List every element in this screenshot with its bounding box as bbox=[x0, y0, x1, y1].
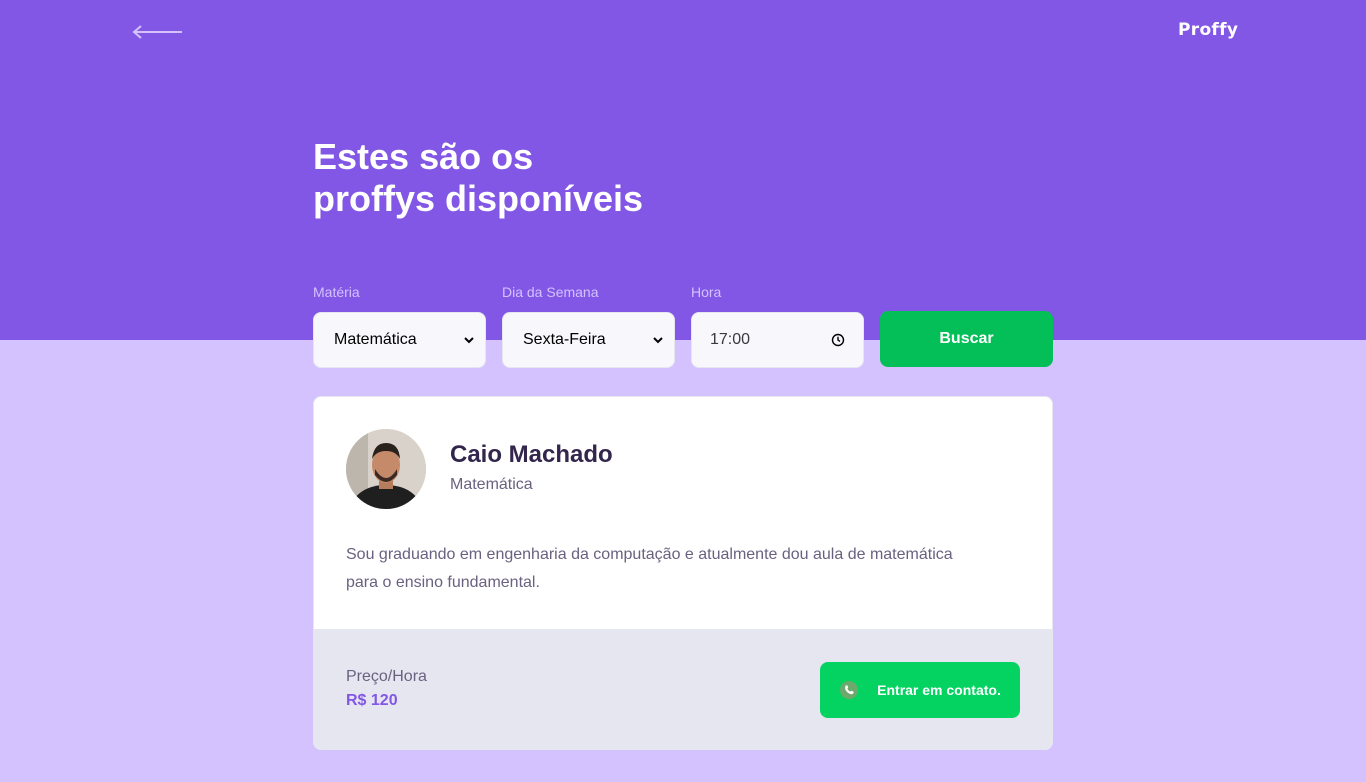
teacher-card: Caio Machado Matemática Sou graduando em… bbox=[313, 396, 1053, 750]
time-label: Hora bbox=[691, 284, 722, 300]
avatar-photo bbox=[346, 429, 426, 509]
logo: Proffy bbox=[1178, 20, 1239, 40]
clock-icon[interactable] bbox=[831, 333, 845, 347]
price-label: Preço/Hora bbox=[346, 668, 427, 685]
weekday-select-value: Sexta-Feira bbox=[523, 331, 606, 348]
page-title-line-2: proffys disponíveis bbox=[313, 178, 644, 219]
page-title: Estes são os proffys disponíveis bbox=[313, 136, 643, 220]
page-header bbox=[0, 0, 1366, 340]
contact-button-label: Entrar em contato. bbox=[877, 682, 1001, 698]
page-title-line-1: Estes são os bbox=[313, 136, 534, 177]
whatsapp-icon bbox=[840, 681, 859, 699]
weekday-label: Dia da Semana bbox=[502, 284, 599, 300]
subject-select-value: Matemática bbox=[334, 331, 417, 348]
time-input-value: 17:00 bbox=[710, 331, 751, 348]
chevron-down-icon bbox=[653, 337, 663, 344]
subject-select[interactable]: Matemática bbox=[313, 312, 486, 368]
contact-button[interactable]: Entrar em contato. bbox=[820, 662, 1020, 718]
back-arrow-icon[interactable] bbox=[132, 22, 184, 42]
chevron-down-icon bbox=[464, 337, 474, 344]
card-footer: Preço/Hora R$ 120 Entrar em contato. bbox=[314, 629, 1052, 749]
avatar bbox=[346, 429, 426, 509]
time-input[interactable]: 17:00 bbox=[691, 312, 864, 368]
price-value: R$ 120 bbox=[346, 692, 398, 709]
subject-label: Matéria bbox=[313, 284, 360, 300]
teacher-bio: Sou graduando em engenharia da computaçã… bbox=[346, 546, 953, 591]
weekday-select[interactable]: Sexta-Feira bbox=[502, 312, 675, 368]
search-button[interactable]: Buscar bbox=[880, 311, 1053, 367]
teacher-name: Caio Machado bbox=[450, 441, 613, 468]
teacher-subject: Matemática bbox=[450, 476, 533, 493]
